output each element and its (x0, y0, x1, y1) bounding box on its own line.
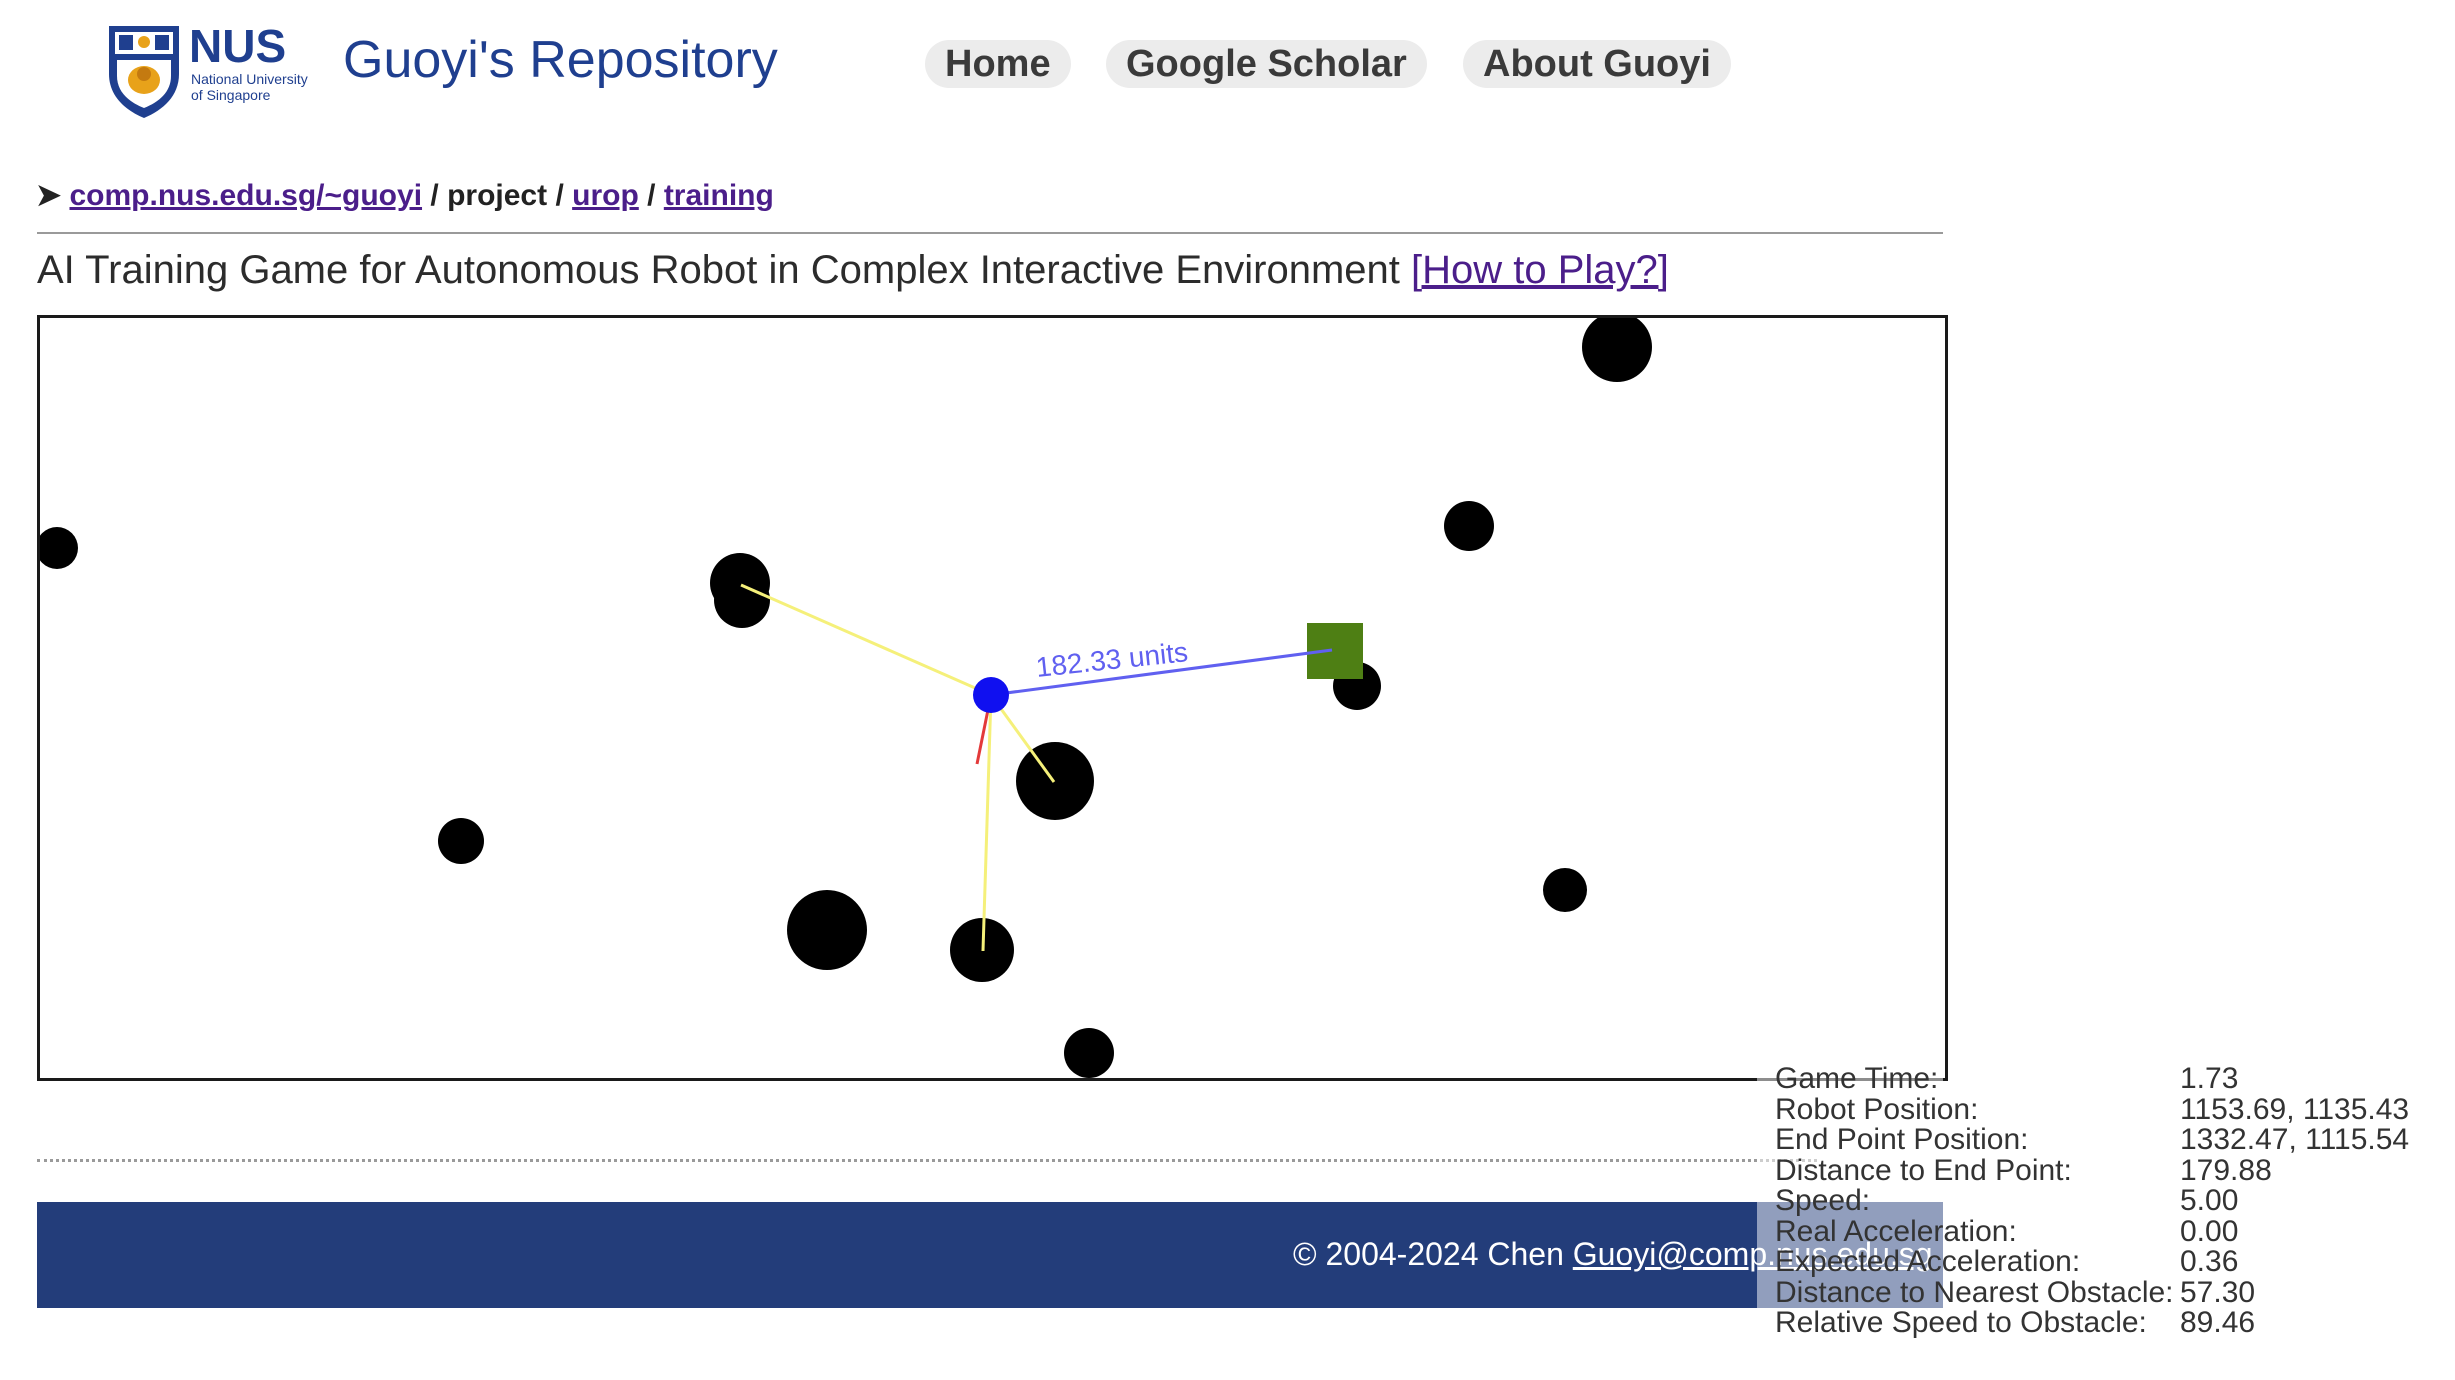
stat-row: Distance to Nearest Obstacle: 57.30 (1775, 1275, 2455, 1309)
stat-label: End Point Position: (1775, 1123, 2029, 1156)
stat-row: Robot Position: 1153.69, 1135.43 (1775, 1092, 2455, 1126)
footer-copyright: © 2004-2024 Chen (1293, 1236, 1564, 1272)
stat-value: 89.46 (2180, 1306, 2256, 1339)
svg-text:National University: National University (191, 71, 308, 87)
stat-row: Relative Speed to Obstacle: 89.46 (1775, 1306, 2455, 1339)
stat-label: Expected Acceleration: (1775, 1245, 2081, 1278)
stat-value: 1153.69, 1135.43 (2180, 1092, 2410, 1126)
site-title[interactable]: Guoyi's Repository (343, 30, 778, 90)
breadcrumb-separator: / (430, 179, 439, 212)
site-header: NUS National University of Singapore Guo… (0, 0, 2455, 140)
stat-row: Game Time: 1.73 (1775, 1062, 2455, 1095)
stat-label: Robot Position: (1775, 1092, 1979, 1126)
stat-value: 179.88 (2180, 1153, 2272, 1187)
stat-value: 5.00 (2180, 1184, 2239, 1217)
breadcrumb-separator: / (555, 179, 564, 212)
game-stats-panel: Game Time: 1.73 Robot Position: 1153.69, 1… (1775, 1062, 2455, 1339)
breadcrumb: ➤ comp.nus.edu.sg/~guoyi / project / uro… (36, 178, 774, 213)
obstacle (710, 553, 770, 613)
breadcrumb-urop-link[interactable]: urop (572, 179, 639, 212)
obstacle (1543, 868, 1587, 912)
nav-home-button[interactable]: Home (925, 40, 1071, 88)
stat-label: Distance to End Point: (1775, 1153, 2072, 1187)
stat-value: 0.36 (2180, 1245, 2239, 1278)
game-canvas[interactable]: 182.33 units (37, 315, 1948, 1081)
stat-value: 57.30 (2180, 1275, 2256, 1309)
nav-google-scholar-button[interactable]: Google Scholar (1106, 40, 1427, 88)
nus-logo[interactable]: NUS National University of Singapore (107, 22, 313, 118)
stat-label: Distance to Nearest Obstacle: (1775, 1275, 2174, 1309)
nav-about-button[interactable]: About Guoyi (1463, 40, 1731, 88)
stat-row: Real Acceleration: 0.00 (1775, 1214, 2455, 1248)
stat-value: 1332.47, 1115.54 (2180, 1123, 2410, 1156)
breadcrumb-arrow-icon: ➤ (36, 179, 62, 212)
how-to-play-link[interactable]: [How to Play?] (1411, 248, 1669, 292)
obstacle (40, 527, 78, 569)
svg-text:NUS: NUS (189, 22, 286, 72)
svg-text:of Singapore: of Singapore (191, 87, 271, 103)
obstacle (1064, 1028, 1114, 1078)
stat-label: Speed: (1775, 1184, 1871, 1217)
divider (37, 232, 1943, 234)
stat-label: Real Acceleration: (1775, 1214, 2017, 1248)
stat-value: 0.00 (2180, 1214, 2239, 1248)
stat-label: Game Time: (1775, 1062, 1939, 1095)
breadcrumb-separator: / (647, 179, 656, 212)
sensor-ray (740, 583, 992, 697)
breadcrumb-project: project (447, 179, 548, 212)
obstacle (438, 818, 484, 864)
obstacle (787, 890, 867, 970)
stat-label: Relative Speed to Obstacle: (1775, 1306, 2147, 1339)
breadcrumb-training-link[interactable]: training (664, 179, 774, 212)
breadcrumb-root-link[interactable]: comp.nus.edu.sg/~guoyi (69, 179, 422, 212)
obstacle (1444, 501, 1494, 551)
stat-row: Distance to End Point: 179.88 (1775, 1153, 2455, 1187)
goal-distance-label: 182.33 units (1034, 636, 1189, 683)
stat-value: 1.73 (2180, 1062, 2239, 1095)
dotted-divider (37, 1159, 1817, 1162)
page-title-text: AI Training Game for Autonomous Robot in… (37, 248, 1400, 292)
stat-row: Speed: 5.00 (1775, 1184, 2455, 1217)
robot (973, 677, 1009, 713)
obstacle (1582, 318, 1652, 382)
stat-row: Expected Acceleration: 0.36 (1775, 1245, 2455, 1278)
page-title: AI Training Game for Autonomous Robot in… (37, 248, 1669, 293)
stat-row: End Point Position: 1332.47, 1115.54 (1775, 1123, 2455, 1156)
